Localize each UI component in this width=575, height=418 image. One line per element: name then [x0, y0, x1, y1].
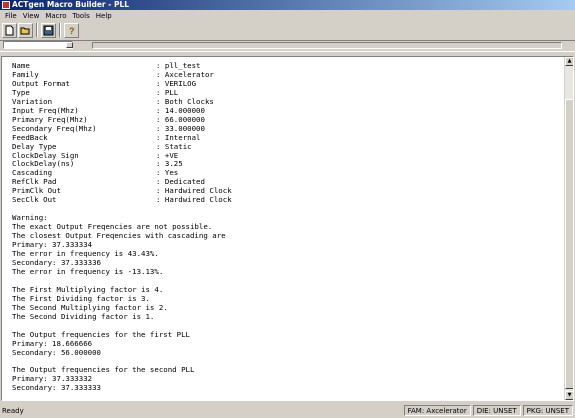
window-title: ACTgen Macro Builder - PLL	[12, 0, 130, 9]
param-value: : Internal	[156, 132, 201, 142]
menu-help[interactable]: Help	[93, 12, 115, 20]
title-bar: ACTgen Macro Builder - PLL	[0, 0, 575, 10]
param-row: Output Format : VERILOG	[12, 78, 232, 89]
output-line: Secondary: 37.333333	[12, 383, 101, 393]
save-icon	[43, 25, 54, 35]
param-value: : Both Clocks	[156, 96, 214, 106]
help-icon: ?	[69, 26, 75, 36]
scroll-down-button[interactable]: ▼	[565, 391, 573, 400]
macro-combo[interactable]	[3, 41, 73, 49]
param-label: SecClk Out	[12, 195, 57, 205]
param-value: : 3.25	[156, 159, 183, 169]
open-folder-icon	[20, 27, 30, 34]
param-value: : 14.000000	[156, 105, 205, 115]
param-value: : Axcelerator	[156, 69, 214, 79]
vertical-scrollbar[interactable]: ▲ ▼	[564, 57, 573, 400]
param-value: : VERILOG	[156, 78, 197, 88]
help-button[interactable]: ?	[64, 22, 79, 38]
param-value: : pll_test	[156, 61, 201, 70]
output-line: The Second Dividing factor is 1.	[12, 311, 155, 321]
output-line: The error in frequency is -13.13%.	[12, 266, 164, 276]
menu-macro[interactable]: Macro	[42, 12, 69, 20]
status-text: Ready	[2, 406, 24, 415]
app-icon	[2, 1, 10, 9]
status-bar: Ready FAM: Axcelerator DIE: UNSET PKG: U…	[0, 403, 575, 418]
svg-text:?: ?	[69, 26, 75, 36]
menu-tools[interactable]: Tools	[70, 12, 93, 20]
scroll-up-button[interactable]: ▲	[565, 57, 573, 66]
param-row: SecClk Out : Hardwired Clock	[12, 195, 232, 205]
open-button[interactable]	[18, 22, 33, 38]
toolbar-separator	[36, 23, 38, 37]
new-button[interactable]	[2, 22, 17, 38]
progress-bar	[92, 42, 562, 49]
param-value: : Yes	[156, 168, 179, 178]
param-value: : 33.000000	[156, 123, 205, 133]
menu-view[interactable]: View	[20, 12, 43, 20]
output-line: Secondary: 56.000000	[12, 347, 101, 357]
scroll-thumb[interactable]	[565, 99, 573, 389]
status-die: DIE: UNSET	[472, 405, 521, 416]
param-value: : +VE	[156, 150, 179, 160]
toolbar-separator	[59, 23, 61, 37]
status-pkg: PKG: UNSET	[522, 405, 573, 416]
combo-dropdown-button[interactable]	[66, 42, 73, 48]
param-value: : Static	[156, 141, 192, 151]
param-label: Output Format	[12, 78, 70, 88]
output-text-area[interactable]: Name: pll_test Family: Axcelerator Output …	[1, 56, 574, 401]
new-file-icon	[5, 25, 14, 35]
menu-file[interactable]: File	[2, 12, 20, 20]
save-button[interactable]	[41, 22, 56, 38]
param-value: : Hardwired Clock	[156, 195, 232, 205]
status-fam: FAM: Axcelerator	[403, 405, 471, 416]
param-value: : 66.000000	[156, 114, 205, 124]
toolbar: ?	[2, 21, 79, 39]
param-value: : Dedicated	[156, 177, 205, 187]
menu-bar: File View Macro Tools Help	[0, 10, 575, 21]
param-value: : PLL	[156, 87, 179, 97]
output-text: Name: pll_test Family: Axcelerator Output …	[12, 61, 232, 393]
param-value: : Hardwired Clock	[156, 186, 232, 196]
